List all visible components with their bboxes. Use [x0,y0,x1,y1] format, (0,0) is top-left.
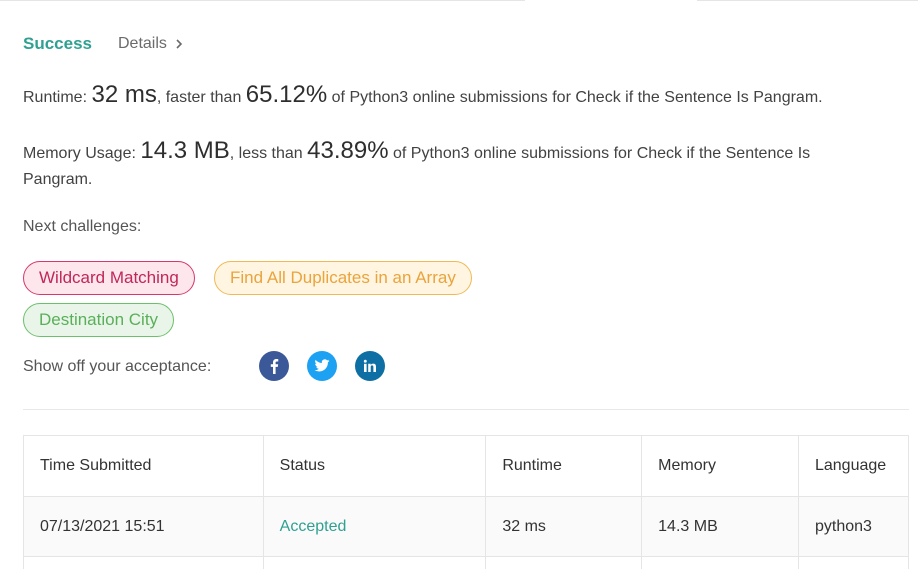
memory-stat: Memory Usage: 14.3 MB, less than 43.89% … [23,138,883,193]
section-divider [23,409,909,410]
facebook-icon[interactable] [259,351,289,381]
runtime-label: Runtime: [23,89,88,106]
runtime-percent: 65.12% [245,81,328,108]
column-header-memory[interactable]: Memory [641,435,799,497]
status-accepted-link[interactable]: Accepted [280,518,347,535]
twitter-icon[interactable] [307,351,337,381]
runtime-stat: Runtime: 32 ms, faster than 65.12% of Py… [23,82,903,111]
column-header-language[interactable]: Language [797,435,910,497]
cell-status: Accepted [262,496,487,557]
cell-memory: 14.3 MB [641,496,799,557]
runtime-value: 32 ms [91,81,157,108]
memory-label: Memory Usage: [23,145,136,162]
memory-comparison: , less than [229,145,303,162]
next-challenges-label: Next challenges: [23,218,142,235]
details-link[interactable]: Details [118,35,183,53]
table-row-partial [23,556,910,569]
chevron-right-icon [176,39,183,49]
facebook-glyph [270,359,279,374]
table-row: 07/13/2021 15:51 Accepted 32 ms 14.3 MB … [23,496,910,557]
submissions-table: Time Submitted Status Runtime Memory Lan… [23,435,910,569]
column-header-runtime[interactable]: Runtime [485,435,643,497]
cell-time-submitted: 07/13/2021 15:51 [23,496,264,557]
details-label: Details [118,35,167,52]
memory-percent: 43.89% [307,137,389,164]
result-status: Success [23,34,92,53]
cell-runtime: 32 ms [485,496,643,557]
runtime-suffix: of Python3 online submissions for Check … [331,89,823,106]
top-tab-border [0,0,918,2]
linkedin-glyph [363,359,376,372]
column-header-status[interactable]: Status [262,435,487,497]
table-header-row: Time Submitted Status Runtime Memory Lan… [23,435,910,497]
share-row: Show off your acceptance: [23,352,211,382]
column-header-time-submitted[interactable]: Time Submitted [23,435,264,497]
tab-border-right [697,0,918,1]
challenge-chip-wildcard-matching[interactable]: Wildcard Matching [23,261,195,295]
linkedin-icon[interactable] [355,351,385,381]
result-header: Success Details [23,33,183,55]
share-label: Show off your acceptance: [23,358,212,375]
tab-border-left [0,0,525,1]
cell-language: python3 [797,496,910,557]
memory-value: 14.3 MB [140,137,230,164]
runtime-comparison: , faster than [156,89,242,106]
challenge-chip-find-all-duplicates[interactable]: Find All Duplicates in an Array [214,261,472,295]
challenge-chip-destination-city[interactable]: Destination City [23,303,175,337]
twitter-glyph [314,359,330,372]
